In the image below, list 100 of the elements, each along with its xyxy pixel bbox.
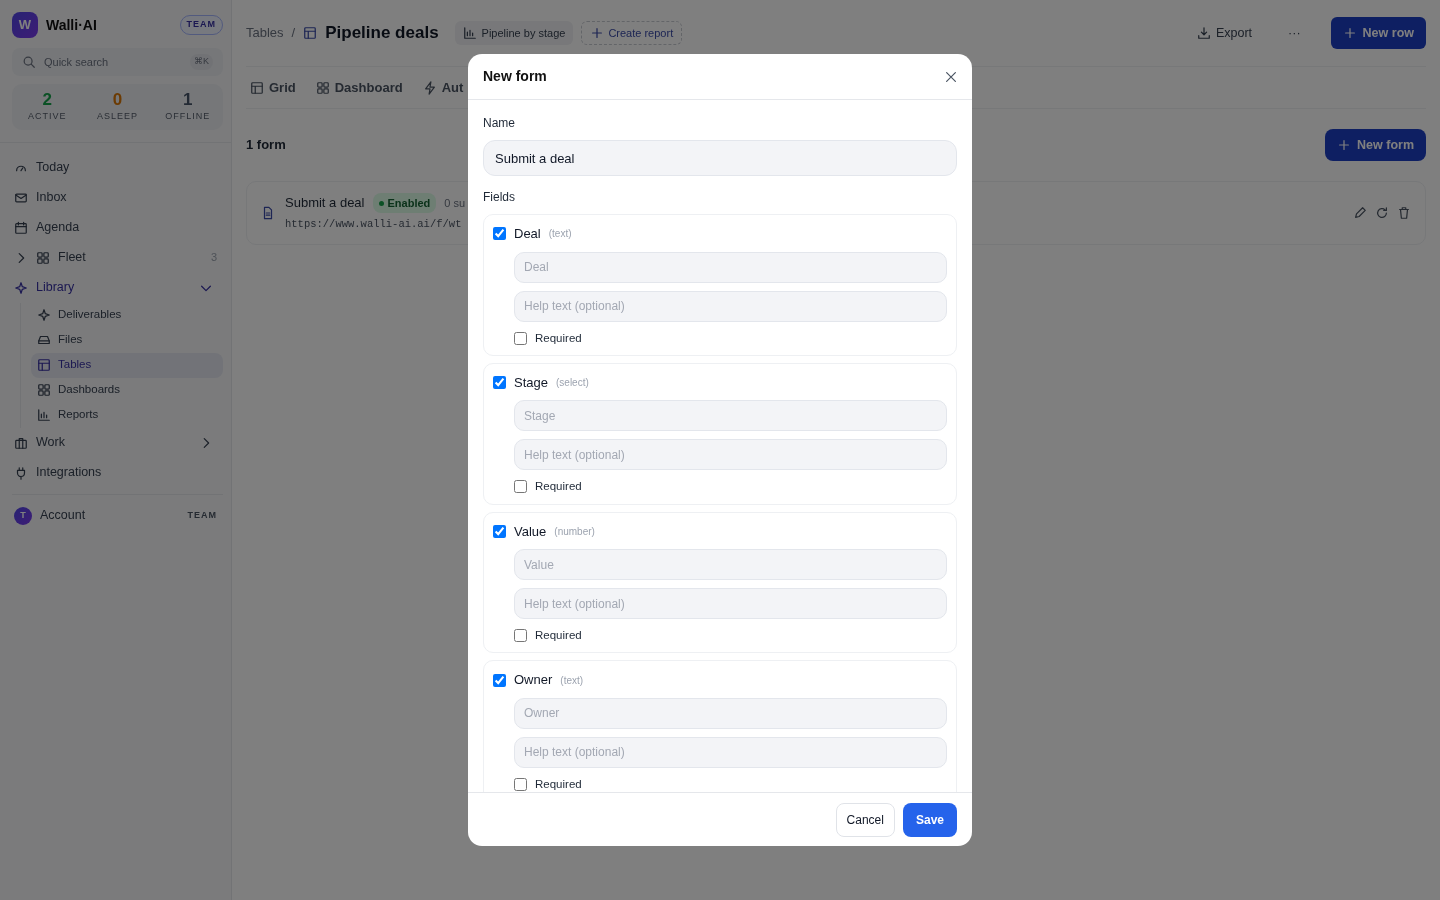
field-type: (number) <box>554 524 595 539</box>
create-report-button[interactable]: Create report <box>581 20 683 46</box>
view-tab[interactable]: Grid <box>250 77 296 98</box>
plus-icon <box>590 26 605 40</box>
nav-item[interactable]: Agenda <box>12 212 223 243</box>
submission-count: 0 su <box>444 195 466 211</box>
required-label: Required <box>535 628 582 643</box>
section-label: Fields <box>483 189 516 206</box>
edit-icon <box>1353 206 1367 220</box>
nav-item[interactable]: Integrations <box>12 457 223 488</box>
drive-icon <box>37 333 51 347</box>
field-label: Name <box>483 115 516 132</box>
help-text-input[interactable]: Help text (optional) <box>514 588 947 619</box>
label-input[interactable]: Owner <box>514 697 947 729</box>
field-checkbox[interactable] <box>493 524 506 538</box>
required-checkbox[interactable] <box>514 629 527 643</box>
required-label: Required <box>535 330 582 346</box>
nav-subitem[interactable]: Files <box>31 327 223 353</box>
bar-chart-icon <box>462 26 477 40</box>
field-checkbox[interactable] <box>493 227 506 241</box>
field-checkbox[interactable] <box>493 673 506 687</box>
field-name: Owner <box>514 671 553 690</box>
breadcrumb-link[interactable]: Tables <box>246 23 284 43</box>
label-input[interactable]: Deal <box>514 251 947 283</box>
page-title: Pipeline deals <box>325 22 439 45</box>
required-checkbox[interactable] <box>514 480 527 494</box>
report-chip[interactable]: Pipeline by stage <box>454 20 574 46</box>
delete-icon <box>1397 206 1411 220</box>
grid-icon <box>315 80 330 95</box>
field-type: (select) <box>556 376 589 390</box>
cancel-button[interactable]: Cancel <box>835 802 895 837</box>
view-tab[interactable]: Dashboard <box>315 77 403 98</box>
nav-item[interactable]: Library <box>12 272 223 303</box>
avatar-icon: T <box>14 506 32 525</box>
dialog-title: New form <box>483 67 547 86</box>
status-badge: Enabled <box>372 192 437 214</box>
nav-subitem[interactable]: Deliverables <box>31 302 223 328</box>
help-text-input[interactable]: Help text (optional) <box>514 439 947 471</box>
required-checkbox[interactable] <box>514 777 527 791</box>
mail-icon <box>14 190 28 205</box>
save-button[interactable]: Save <box>902 802 957 837</box>
stat-label: OFFLINE <box>164 110 212 123</box>
stat-label: ACTIVE <box>26 110 68 123</box>
field-name: Deal <box>514 225 541 243</box>
calendar-icon <box>14 220 28 235</box>
download-icon <box>1196 26 1211 40</box>
more-button[interactable]: ··· <box>1282 22 1307 44</box>
plug-icon <box>14 465 28 480</box>
new-row-button[interactable]: New row <box>1330 16 1426 50</box>
stat-value: 0 <box>111 90 124 110</box>
account-item[interactable]: T Account TEAM <box>12 500 223 531</box>
field-type: (text) <box>560 673 584 688</box>
bar-chart-icon <box>37 408 51 422</box>
field-name: Stage <box>514 373 548 392</box>
field-name: Value <box>514 522 547 541</box>
plus-icon <box>1342 26 1357 40</box>
briefcase-icon <box>14 435 28 450</box>
stat-value: 1 <box>182 90 194 110</box>
nav-item[interactable]: Today <box>12 152 223 183</box>
lightning-icon <box>422 80 437 95</box>
search-placeholder: Quick search <box>44 54 109 70</box>
plan-badge: TEAM <box>179 15 223 35</box>
nav-item[interactable]: Work <box>12 427 223 458</box>
nav-item[interactable]: Inbox <box>12 182 223 213</box>
label-input[interactable]: Value <box>514 549 947 580</box>
field-type: (text) <box>548 227 572 242</box>
plus-icon <box>1337 138 1352 152</box>
document-icon <box>261 206 275 220</box>
label-input[interactable]: Stage <box>514 400 947 432</box>
table-icon <box>37 358 51 372</box>
app-name: Walli·AI <box>46 15 97 35</box>
form-name: Submit a deal <box>285 194 365 213</box>
required-label: Required <box>535 479 582 495</box>
stat-value: 2 <box>41 90 53 110</box>
search-icon <box>22 55 36 69</box>
help-text-input[interactable]: Help text (optional) <box>514 736 947 768</box>
forms-count: 1 form <box>246 136 286 155</box>
breadcrumb-separator: / <box>291 24 296 43</box>
nav-subitem[interactable]: Reports <box>31 402 223 428</box>
form-url: https://www.walli-ai.ai/f/wt <box>285 217 463 233</box>
table-icon <box>250 80 264 95</box>
stat-label: ASLEEP <box>95 110 139 123</box>
name-input[interactable]: Submit a deal <box>483 140 957 176</box>
nav-subitem[interactable]: Tables <box>31 352 223 378</box>
required-label: Required <box>535 776 582 792</box>
table-icon <box>303 26 318 40</box>
required-checkbox[interactable] <box>514 331 527 345</box>
app-logo: W <box>12 12 38 38</box>
help-text-input[interactable]: Help text (optional) <box>514 290 947 322</box>
field-checkbox[interactable] <box>493 376 506 389</box>
view-tab[interactable]: Aut <box>422 77 464 98</box>
sparkle-icon <box>14 280 28 295</box>
nav-subitem[interactable]: Dashboards <box>31 377 223 403</box>
grid-icon <box>36 250 50 265</box>
export-button[interactable]: Export <box>1190 22 1259 44</box>
close-icon <box>944 70 958 85</box>
sparkle-icon <box>37 308 51 322</box>
plan-label: TEAM <box>187 508 217 522</box>
new-form-button[interactable]: New form <box>1325 128 1426 162</box>
refresh-icon <box>1375 206 1389 220</box>
